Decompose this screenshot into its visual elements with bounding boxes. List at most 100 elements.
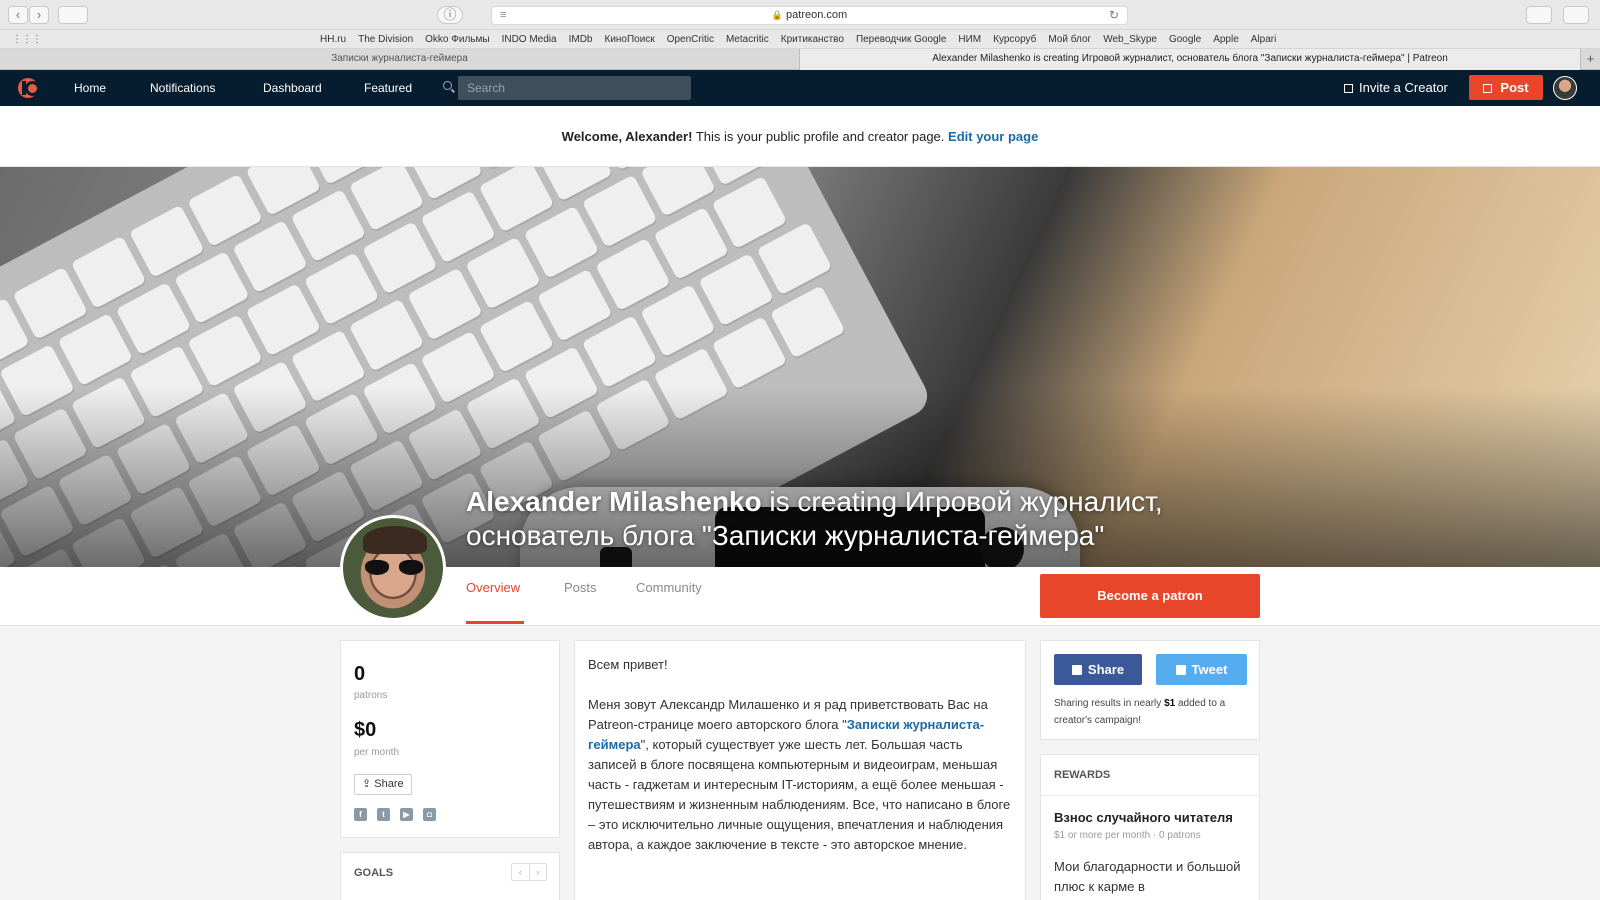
twitter-icon[interactable]: t [377,808,390,821]
search-input[interactable] [458,76,691,100]
gift-icon [1344,84,1353,93]
tab-posts[interactable]: Posts [564,580,597,595]
welcome-banner: Welcome, Alexander! This is your public … [0,106,1600,167]
bookmark-list: HH.ru The Division Okko Фильмы INDO Media IM… [320,34,1276,45]
facebook-icon [1071,665,1082,675]
share-note: Sharing results in nearly $1 added to a … [1054,695,1250,729]
twitch-icon[interactable]: ◘ [423,808,436,821]
bookmark-item[interactable]: Переводчик Google [856,34,946,45]
stats-card: 0 patrons $0 per month ⇪ Share f t ▶ ◘ [340,640,560,838]
upload-icon: ⇪ [362,778,375,790]
share-button[interactable]: ⇪ Share [354,774,412,795]
tweet-label: Tweet [1191,662,1228,677]
reload-icon[interactable]: ↻ [1109,7,1119,24]
share-label: Share [374,778,404,790]
goals-pager: ‹ › [511,863,547,881]
goals-title: GOALS [354,867,394,879]
about-card: Всем привет! Меня зовут Александр Милаше… [574,640,1026,900]
reward-description: Мои благодарности и большой плюс к карме… [1054,859,1241,894]
bookmark-item[interactable]: НИМ [958,34,981,45]
creator-headline: Alexander Milashenko is creating Игровой… [466,485,1186,553]
facebook-share-label: Share [1087,662,1125,677]
post-button[interactable]: Post [1469,75,1543,100]
share-card: Share Tweet Sharing results in nearly $1… [1040,640,1260,740]
bookmark-item[interactable]: The Division [358,34,413,45]
browser-toolbar: ‹ › ⓘ ≡ 🔒 patreon.com ↻ [0,0,1600,30]
rewards-card: REWARDS Взнос случайного читателя $1 or … [1040,754,1260,900]
nav-notifications[interactable]: Notifications [150,70,215,106]
privacy-info-icon[interactable]: ⓘ [437,6,463,24]
bookmark-item[interactable]: Metacritic [726,34,769,45]
bookmark-item[interactable]: КиноПоиск [605,34,655,45]
tab-overview[interactable]: Overview [466,580,520,595]
nav-home[interactable]: Home [74,70,106,106]
creator-avatar [340,515,446,621]
chevron-right-icon[interactable]: › [530,864,547,880]
tab-bar: Записки журналиста-геймера Alexander Mil… [0,49,1600,70]
reward-meta: $1 or more per month · 0 patrons [1054,830,1201,841]
browser-tab[interactable]: Записки журналиста-геймера [0,49,800,70]
post-label: Post [1500,80,1529,95]
welcome-greeting: Welcome, Alexander! [561,129,693,144]
monthly-amount: $0 [354,719,377,741]
address-bar[interactable]: ≡ 🔒 patreon.com ↻ [491,6,1128,25]
chevron-left-icon[interactable]: ‹ [512,864,530,880]
youtube-icon[interactable]: ▶ [400,808,413,821]
reader-icon[interactable]: ≡ [500,7,506,24]
tab-community[interactable]: Community [636,580,702,595]
share-note-start: Sharing results in nearly [1054,698,1162,709]
goals-card: GOALS ‹ › [340,852,560,900]
facebook-share-button[interactable]: Share [1054,654,1142,685]
invite-creator-link[interactable]: Invite a Creator [1344,70,1448,106]
bookmark-item[interactable]: IMDb [569,34,593,45]
patreon-logo-icon[interactable] [18,78,40,98]
patreon-nav: Home Notifications Dashboard Featured In… [0,70,1600,106]
grid-icon[interactable]: ⋮⋮⋮ [12,34,42,45]
share-browser-button[interactable] [1526,6,1552,24]
bookmark-item[interactable]: Мой блог [1048,34,1091,45]
creator-name: Alexander Milashenko [466,486,762,517]
bookmark-item[interactable]: Okko Фильмы [425,34,489,45]
lock-icon: 🔒 [771,10,784,20]
url-text: patreon.com [786,9,848,21]
bookmark-item[interactable]: Критиканство [781,34,844,45]
forward-button[interactable]: › [29,6,49,24]
tabs-overview-button[interactable] [1563,6,1589,24]
share-note-amount: $1 [1164,698,1176,709]
search-icon [443,81,452,90]
cover-image: Alexander Milashenko is creating Игровой… [0,167,1600,567]
bookmark-item[interactable]: HH.ru [320,34,346,45]
about-text-end: ", который существует уже шесть лет. Бол… [588,737,1011,852]
nav-dashboard[interactable]: Dashboard [263,70,322,106]
nav-featured[interactable]: Featured [364,70,412,106]
edit-icon [1483,84,1493,93]
about-paragraph: Меня зовут Александр Милашенко и я рад п… [588,695,1013,855]
bookmark-item[interactable]: INDO Media [502,34,557,45]
bookmark-item[interactable]: Web_Skype [1103,34,1157,45]
divider [1041,795,1259,796]
amount-label: per month [354,747,400,758]
about-greeting: Всем привет! [588,657,668,672]
twitter-icon [1175,665,1186,675]
bookmark-item[interactable]: Курсоруб [993,34,1036,45]
rewards-title: REWARDS [1054,769,1111,781]
browser-tab-active[interactable]: Alexander Milashenko is creating Игровой… [800,49,1580,70]
bookmarks-bar: ⋮⋮⋮ HH.ru The Division Okko Фильмы INDO Med… [0,30,1600,49]
profile-tab-bar [0,567,1600,626]
twitter-tweet-button[interactable]: Tweet [1156,654,1247,685]
patrons-count: 0 [354,663,366,685]
reward-name[interactable]: Взнос случайного читателя [1054,810,1233,825]
sidebar-toggle-button[interactable] [58,6,88,24]
bookmark-item[interactable]: Alpari [1251,34,1277,45]
back-button[interactable]: ‹ [8,6,28,24]
invite-label: Invite a Creator [1359,80,1448,95]
become-patron-button[interactable]: Become a patron [1040,574,1260,618]
new-tab-button[interactable]: + [1580,49,1600,70]
bookmark-item[interactable]: Google [1169,34,1201,45]
bookmark-item[interactable]: OpenCritic [667,34,714,45]
edit-page-link[interactable]: Edit your page [948,129,1038,144]
bookmark-item[interactable]: Apple [1213,34,1239,45]
avatar[interactable] [1553,76,1577,100]
facebook-icon[interactable]: f [354,808,367,821]
welcome-text: This is your public profile and creator … [695,129,945,144]
